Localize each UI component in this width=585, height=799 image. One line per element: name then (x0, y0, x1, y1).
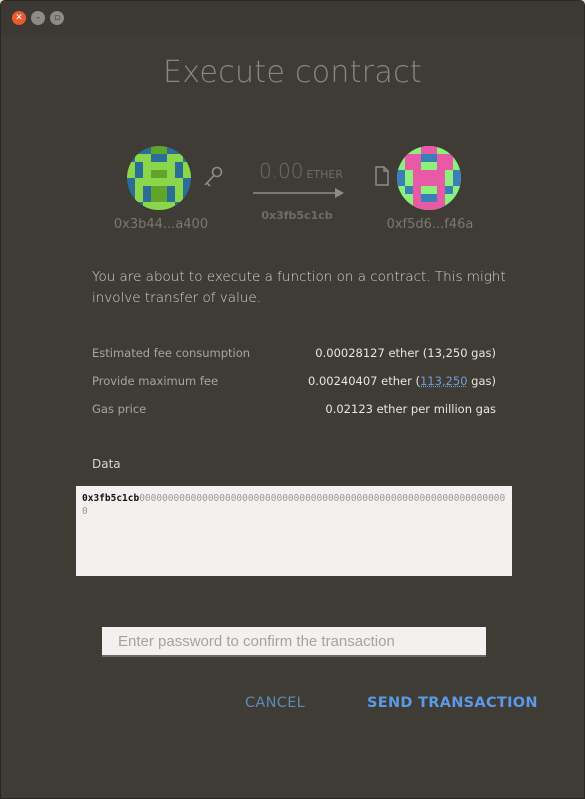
send-transaction-button[interactable]: SEND TRANSACTION (367, 695, 538, 711)
data-arguments: 0000000000000000000000000000000000000000… (82, 493, 506, 517)
gas-price-value: 0.02123 ether per million gas (325, 402, 496, 416)
minimize-icon[interactable]: – (31, 11, 45, 25)
execute-contract-window: ✕ – ▫ Execute contract 0x3b44...a400 0.0… (0, 0, 585, 799)
close-icon[interactable]: ✕ (12, 11, 26, 25)
max-fee-row: Provide maximum fee 0.00240407 ether (11… (92, 374, 496, 388)
from-address: 0x3b44...a400 (113, 217, 209, 232)
amount-unit: ETHER (306, 168, 344, 181)
transfer-amount: 0.00 ETHER (246, 159, 356, 183)
function-id: 0x3fb5c1cb (261, 209, 333, 222)
key-icon (204, 166, 223, 187)
cancel-button[interactable]: CANCEL (245, 695, 305, 711)
to-address: 0xf5d6...f46a (386, 217, 474, 232)
document-icon (375, 166, 389, 186)
data-function-selector: 0x3fb5c1cb (82, 493, 140, 504)
gas-price-row: Gas price 0.02123 ether per million gas (92, 402, 496, 416)
data-field[interactable]: 0x3fb5c1cb000000000000000000000000000000… (76, 486, 512, 576)
password-input[interactable] (102, 627, 486, 657)
max-fee-prefix: 0.00240407 ether ( (307, 374, 420, 388)
estimated-fee-value: 0.00028127 ether (13,250 gas) (315, 346, 496, 360)
execution-description: You are about to execute a function on a… (92, 269, 506, 306)
amount-value: 0.00 (258, 159, 304, 183)
max-gas-link[interactable]: 113,250 (420, 374, 468, 388)
to-identicon (397, 146, 461, 210)
dialog-title: Execute contract (163, 55, 422, 90)
arrow-right-icon (253, 188, 344, 198)
from-identicon (127, 146, 191, 210)
estimated-fee-label: Estimated fee consumption (92, 346, 251, 360)
maximize-icon[interactable]: ▫ (50, 11, 64, 25)
max-fee-value: 0.00240407 ether (113,250 gas) (308, 374, 496, 388)
estimated-fee-row: Estimated fee consumption 0.00028127 eth… (92, 346, 496, 360)
max-fee-label: Provide maximum fee (92, 374, 219, 388)
data-label: Data (92, 457, 121, 471)
gas-price-label: Gas price (92, 402, 147, 416)
max-fee-suffix: gas) (467, 374, 496, 388)
title-bar: ✕ – ▫ (1, 1, 584, 35)
